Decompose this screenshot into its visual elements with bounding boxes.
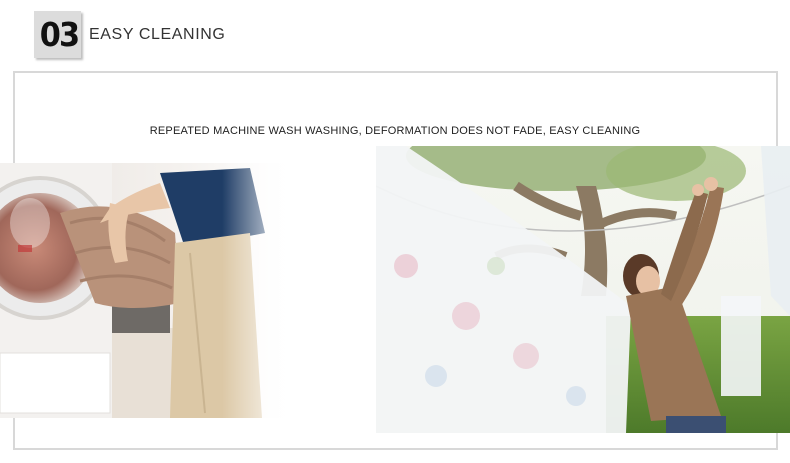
laundry-line-photo <box>376 146 790 433</box>
feature-caption: REPEATED MACHINE WASH WASHING, DEFORMATI… <box>149 125 641 137</box>
washing-machine-illustration <box>0 163 296 418</box>
washing-machine-photo <box>0 163 296 418</box>
laundry-line-illustration <box>376 146 790 433</box>
section-title: EASY CLEANING <box>89 26 226 43</box>
section-number: 03 <box>39 15 80 54</box>
